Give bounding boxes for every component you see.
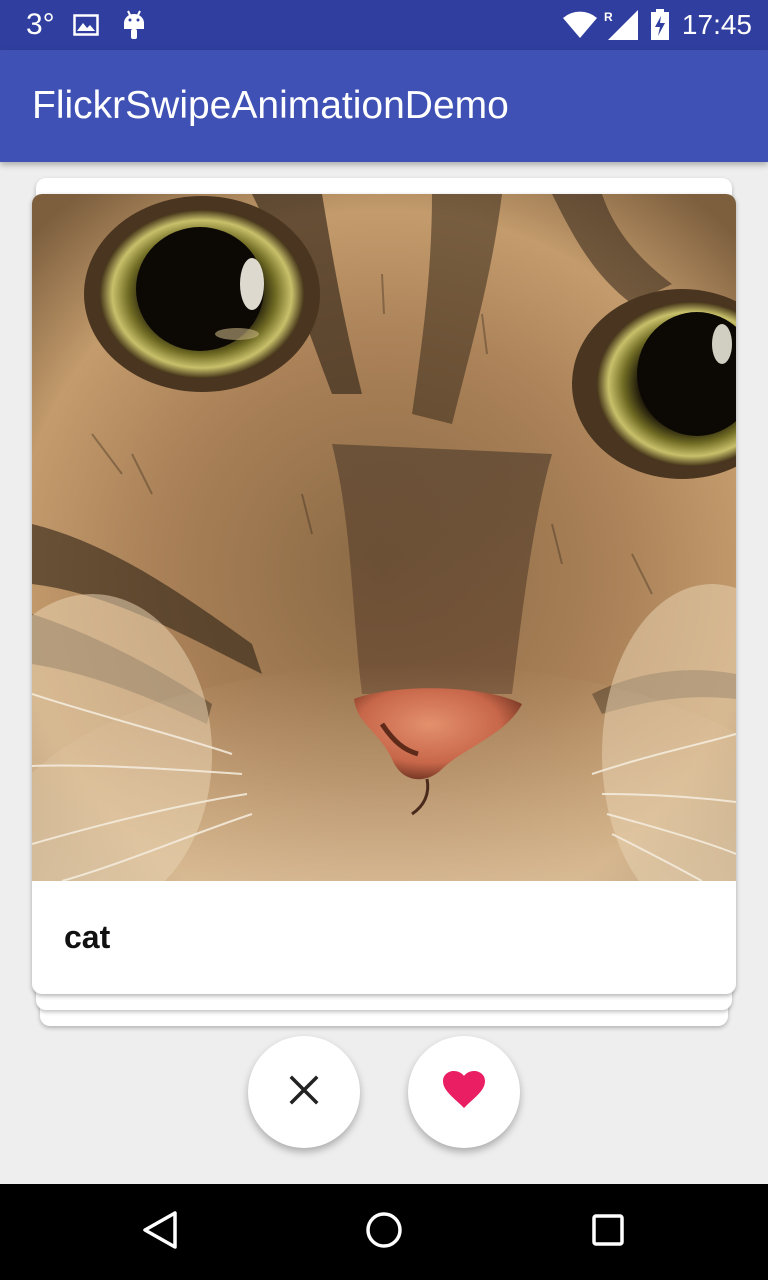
heart-icon [443, 1070, 485, 1114]
roaming-indicator: R [604, 10, 613, 24]
close-icon [289, 1075, 319, 1110]
like-button[interactable] [408, 1036, 520, 1148]
home-button[interactable] [336, 1184, 432, 1280]
signal-icon: R [604, 10, 638, 40]
navigation-bar [0, 1184, 768, 1280]
wifi-icon [562, 11, 598, 39]
content-area: cat [0, 162, 768, 1184]
dislike-button[interactable] [248, 1036, 360, 1148]
status-bar-left: 3° [26, 0, 147, 50]
temperature-text: 3° [26, 8, 55, 41]
status-bar-right: R 17:45 [562, 0, 752, 50]
recents-icon [591, 1213, 625, 1252]
status-bar: 3° R 17:45 [0, 0, 768, 50]
card-image [32, 194, 736, 881]
swipe-card[interactable]: cat [32, 194, 736, 994]
home-icon [365, 1211, 403, 1254]
app-title: FlickrSwipeAnimationDemo [32, 84, 509, 127]
back-icon [142, 1210, 178, 1255]
clock-text: 17:45 [681, 9, 752, 40]
card-caption: cat [64, 919, 111, 955]
recents-button[interactable] [560, 1184, 656, 1280]
back-button[interactable] [112, 1184, 208, 1280]
app-bar: FlickrSwipeAnimationDemo [0, 50, 768, 162]
android-icon [121, 9, 147, 41]
image-icon [72, 14, 99, 36]
battery-charging-icon [650, 9, 670, 41]
